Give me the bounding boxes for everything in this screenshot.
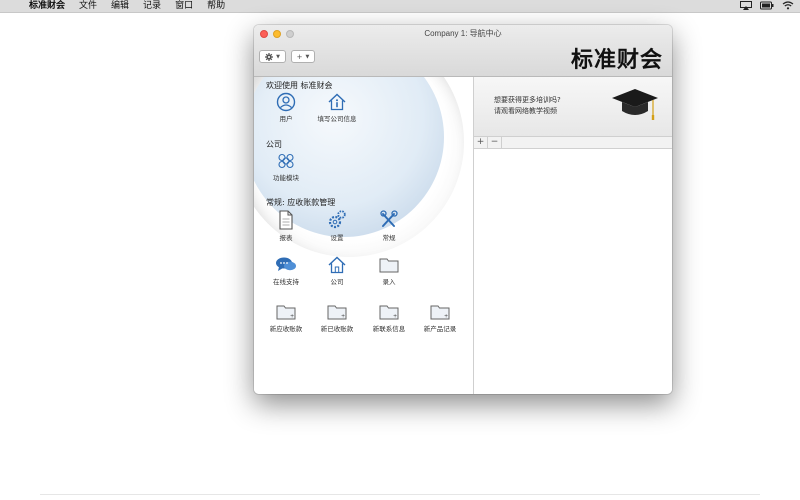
training-line-1: 想要获得更多培训吗? xyxy=(494,96,561,104)
routine-label: 常规 xyxy=(382,234,396,242)
svg-text:+: + xyxy=(341,314,345,320)
window-titlebar: Company 1: 导航中心 ▼ + ▼ 标准财会 xyxy=(254,25,672,77)
tools-icon xyxy=(380,210,398,227)
folder-add-icon: + xyxy=(430,305,450,320)
settings-dropdown-button[interactable]: ▼ xyxy=(259,50,286,63)
company-button[interactable]: 公司 xyxy=(312,255,362,286)
chevron-down-icon: ▼ xyxy=(305,53,310,60)
section-routine: 常规: 应收账款管理 xyxy=(266,198,336,207)
modules-button[interactable]: 功能模块 xyxy=(261,151,311,182)
training-pane: 想要获得更多培训吗? 请观看网络教学视频 + − xyxy=(473,77,672,394)
menu-help[interactable]: 帮助 xyxy=(200,0,232,13)
house-info-icon xyxy=(328,93,346,111)
folder-add-icon: + xyxy=(379,305,399,320)
airplay-icon[interactable] xyxy=(740,1,752,10)
add-dropdown-button[interactable]: + ▼ xyxy=(291,50,315,63)
settings-label: 设置 xyxy=(330,234,344,242)
user-label: 用户 xyxy=(279,115,293,123)
remove-item-button[interactable]: − xyxy=(488,137,502,148)
svg-text:+: + xyxy=(290,314,294,320)
brand-logo-text: 标准财会 xyxy=(570,47,663,73)
menu-records[interactable]: 记录 xyxy=(136,0,168,13)
window-title: Company 1: 导航中心 xyxy=(424,29,502,38)
menu-app-name[interactable]: 标准财会 xyxy=(22,0,72,13)
settings-button[interactable]: 设置 xyxy=(312,209,362,242)
section-welcome: 欢迎使用 标准财会 xyxy=(266,81,333,90)
list-controls: + − xyxy=(474,137,672,149)
navigation-center-window: Company 1: 导航中心 ▼ + ▼ 标准财会 欢迎使用 标准财会 用户 … xyxy=(254,25,672,394)
graduation-cap-icon xyxy=(612,89,658,120)
entry-button[interactable]: 录入 xyxy=(364,255,414,286)
online-support-button[interactable]: 在线支持 xyxy=(261,255,311,286)
company-info-button[interactable]: 填写公司信息 xyxy=(312,92,362,123)
dock-edge xyxy=(40,494,760,495)
modules-icon xyxy=(278,153,294,169)
new-receivable-label: 新应收账款 xyxy=(269,325,303,333)
entry-label: 录入 xyxy=(382,278,396,286)
new-received-button[interactable]: + 新已收账款 xyxy=(312,302,362,333)
svg-text:+: + xyxy=(393,314,397,320)
document-icon xyxy=(279,210,293,230)
new-product-button[interactable]: + 新产品记录 xyxy=(415,302,465,333)
user-icon xyxy=(276,92,296,112)
gears-icon xyxy=(328,210,346,229)
gear-icon xyxy=(265,52,274,61)
new-contact-label: 新联系信息 xyxy=(372,325,406,333)
new-contact-button[interactable]: + 新联系信息 xyxy=(364,302,414,333)
menu-window[interactable]: 窗口 xyxy=(168,0,200,13)
folder-icon xyxy=(379,258,399,273)
menu-edit[interactable]: 编辑 xyxy=(104,0,136,13)
chat-bubbles-icon xyxy=(276,257,296,271)
folder-add-icon: + xyxy=(327,305,347,320)
chevron-down-icon: ▼ xyxy=(276,53,280,60)
add-item-button[interactable]: + xyxy=(474,137,488,148)
add-label: + xyxy=(296,52,303,61)
menu-file[interactable]: 文件 xyxy=(72,0,104,13)
navigation-pane: 欢迎使用 标准财会 用户 填写公司信息 公司 功能模块 常规: 应收账款管理 报… xyxy=(254,77,473,394)
house-icon xyxy=(328,256,346,274)
company-info-label: 填写公司信息 xyxy=(317,115,357,123)
folder-add-icon: + xyxy=(276,305,296,320)
svg-text:+: + xyxy=(444,314,448,320)
modules-label: 功能模块 xyxy=(273,174,299,182)
new-product-label: 新产品记录 xyxy=(423,325,457,333)
wifi-icon[interactable] xyxy=(782,1,794,10)
new-received-label: 新已收账款 xyxy=(320,325,354,333)
menu-bar: 标准财会 文件 编辑 记录 窗口 帮助 xyxy=(0,0,800,13)
battery-icon[interactable] xyxy=(760,1,774,10)
training-video-link[interactable]: 请观看网络教学视频 xyxy=(494,106,557,116)
user-button[interactable]: 用户 xyxy=(261,92,311,123)
routine-button[interactable]: 常规 xyxy=(364,209,414,242)
company-label: 公司 xyxy=(330,278,344,286)
reports-label: 报表 xyxy=(279,234,293,242)
section-company: 公司 xyxy=(266,140,282,149)
reports-button[interactable]: 报表 xyxy=(261,209,311,242)
training-banner[interactable]: 想要获得更多培训吗? 请观看网络教学视频 xyxy=(474,77,672,137)
online-support-label: 在线支持 xyxy=(273,278,299,286)
new-receivable-button[interactable]: + 新应收账款 xyxy=(261,302,311,333)
